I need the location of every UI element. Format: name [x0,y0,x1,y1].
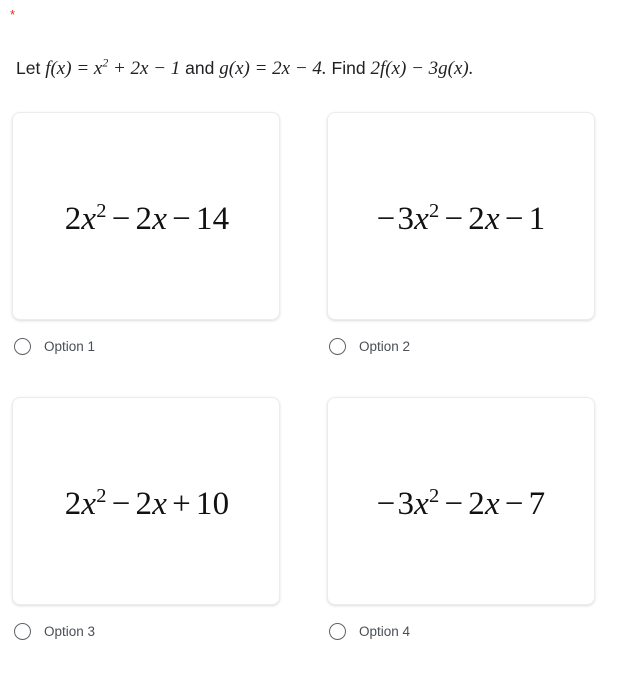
answer-option-2[interactable]: −3x2−2x −1 Option 2 [327,112,597,358]
f-definition-text: f(x) = x [45,58,103,79]
question-conjunction: and [185,58,215,78]
expr4-variable: x [414,485,430,522]
expr1-exponent: 2 [96,199,107,222]
expr1-variable: x [81,200,97,237]
expr4-operator-2: − [504,485,524,522]
expr4-operator-1: − [444,485,464,522]
expr4-lead-operator: − [376,485,396,522]
radio-row-option-1[interactable]: Option 1 [14,334,282,358]
expr3-operator-1: − [111,485,131,522]
radio-row-option-3[interactable]: Option 3 [14,619,282,643]
radio-row-option-2[interactable]: Option 2 [329,334,597,358]
answer-option-1[interactable]: 2x2−2x −14 Option 1 [12,112,282,358]
required-asterisk: * [10,7,16,22]
question-g-definition: g(x) = 2x − 4. [219,58,327,79]
radio-row-option-4[interactable]: Option 4 [329,619,597,643]
expr1-operator-2: − [172,200,191,237]
question-find-word: Find [331,58,366,78]
expr2-term2-variable: x [484,200,500,237]
answer-option-4[interactable]: −3x2−2x −7 Option 4 [327,397,597,643]
radio-label-option-3: Option 3 [44,623,96,639]
expr3-constant: 10 [195,485,230,522]
question-title: Let f(x) = x2 + 2x − 1 and g(x) = 2x − 4… [16,56,622,81]
expr2-coefficient: 3 [397,200,415,237]
expr1-constant: 14 [195,200,230,237]
expr3-operator-2: + [172,485,191,522]
expr2-lead-operator: − [376,200,396,237]
radio-button-icon-option-1[interactable] [14,337,31,355]
expr3-term2-coefficient: 2 [135,485,153,522]
expr2-operator-1: − [444,200,464,237]
radio-button-icon-option-3[interactable] [14,622,31,640]
question-find-expression: 2f(x) − 3g(x). [370,58,474,79]
expr4-term2-variable: x [484,485,500,522]
expr3-term2-variable: x [152,485,168,522]
question-lead-text: Let [16,58,41,78]
expr1-coefficient: 2 [64,200,82,237]
expr2-exponent: 2 [429,199,440,222]
expr4-term2-coefficient: 2 [468,485,485,522]
expr1-operator-1: − [111,200,131,237]
answer-expression-4: −3x2−2x −7 [376,484,546,522]
expr2-term2-coefficient: 2 [468,200,485,237]
expr4-exponent: 2 [429,484,440,507]
question-f-definition: f(x) = x2 + 2x − 1 [45,56,181,79]
radio-label-option-1: Option 1 [44,338,96,354]
expr2-constant: 1 [528,200,546,237]
answer-option-3[interactable]: 2x2−2x +10 Option 3 [12,397,282,643]
expr2-operator-2: − [504,200,524,237]
expr1-term2-variable: x [152,200,168,237]
radio-label-option-2: Option 2 [359,338,411,354]
expr3-exponent: 2 [96,484,107,507]
answer-image-card-2[interactable]: −3x2−2x −1 [327,112,595,320]
radio-label-option-4: Option 4 [359,623,411,639]
expr3-variable: x [81,485,97,522]
multiple-choice-question: * Let f(x) = x2 + 2x − 1 and g(x) = 2x −… [0,0,634,674]
radio-button-icon-option-2[interactable] [329,337,346,355]
f-exponent: 2 [102,56,109,70]
f-remainder-text: + 2x − 1 [112,58,181,79]
answer-expression-2: −3x2−2x −1 [376,199,546,237]
answer-expression-3: 2x2−2x +10 [63,484,230,522]
expr4-coefficient: 3 [397,485,415,522]
answer-image-card-4[interactable]: −3x2−2x −7 [327,397,595,605]
expr2-variable: x [414,200,430,237]
answer-expression-1: 2x2−2x −14 [63,199,230,237]
answer-image-card-1[interactable]: 2x2−2x −14 [12,112,280,320]
radio-button-icon-option-4[interactable] [329,622,346,640]
expr1-term2-coefficient: 2 [135,200,153,237]
expr4-constant: 7 [528,485,546,522]
answer-options-grid: 2x2−2x−14 Option 1 −3x2−2x−1 Option 2 [12,112,598,643]
answer-image-card-3[interactable]: 2x2−2x +10 [12,397,280,605]
expr3-coefficient: 2 [64,485,82,522]
